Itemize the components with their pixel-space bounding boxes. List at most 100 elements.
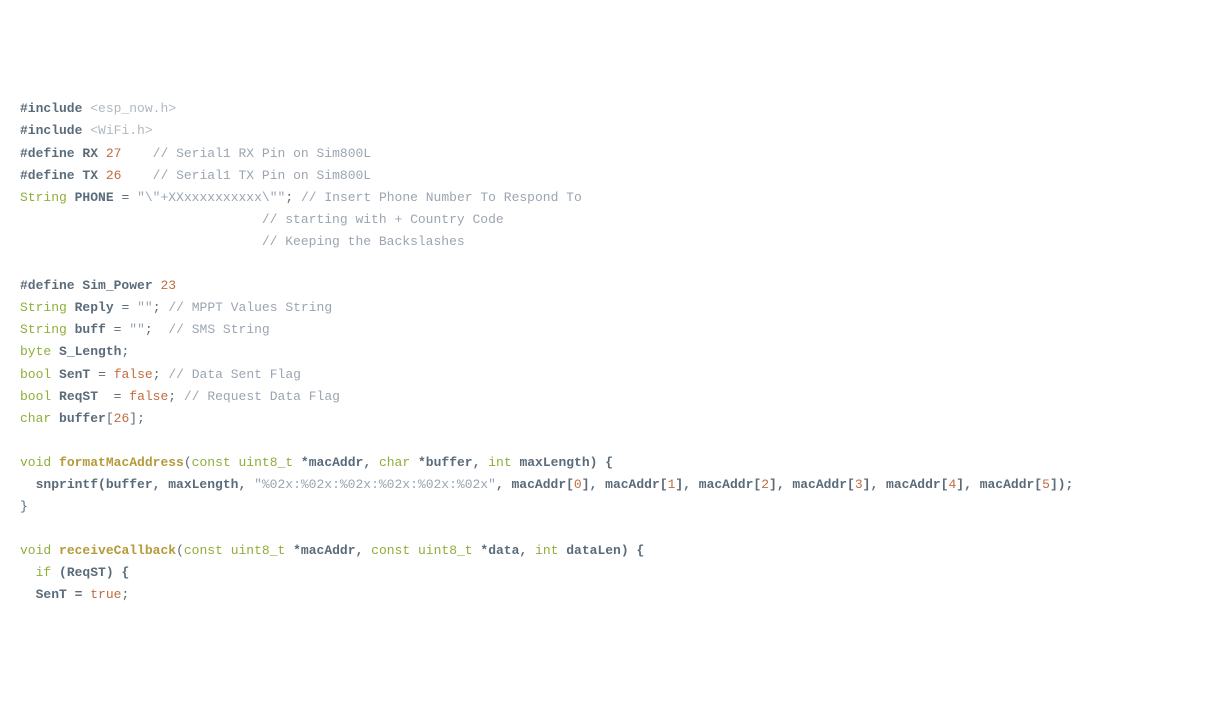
include-path: <esp_now.h> bbox=[90, 101, 176, 116]
op: = bbox=[98, 367, 106, 382]
number: 3 bbox=[855, 477, 863, 492]
code-line: #include <esp_now.h> bbox=[20, 101, 176, 116]
keyword: if bbox=[36, 565, 52, 580]
call: snprintf(buffer, maxLength, bbox=[36, 477, 247, 492]
op: = bbox=[114, 389, 122, 404]
type: void bbox=[20, 543, 51, 558]
code-line: // Keeping the Backslashes bbox=[20, 234, 465, 249]
code-line: if (ReqST) { bbox=[20, 565, 129, 580]
code-line: char buffer[26]; bbox=[20, 411, 145, 426]
type: char bbox=[379, 455, 410, 470]
string: "" bbox=[129, 322, 145, 337]
type: byte bbox=[20, 344, 51, 359]
punct: ( bbox=[176, 543, 184, 558]
punct: ; bbox=[121, 587, 129, 602]
number: 26 bbox=[106, 168, 122, 183]
type: String bbox=[20, 322, 67, 337]
code-line: void formatMacAddress(const uint8_t *mac… bbox=[20, 455, 613, 470]
keyword: const bbox=[371, 543, 410, 558]
comment: // Insert Phone Number To Respond To bbox=[301, 190, 582, 205]
identifier: ReqST bbox=[59, 389, 98, 404]
code-line: snprintf(buffer, maxLength, "%02x:%02x:%… bbox=[20, 477, 1073, 492]
type: int bbox=[535, 543, 558, 558]
punct: ; bbox=[153, 367, 161, 382]
macro-name: TX bbox=[82, 168, 98, 183]
code-line: bool ReqST = false; // Request Data Flag bbox=[20, 389, 340, 404]
string: "%02x:%02x:%02x:%02x:%02x:%02x" bbox=[254, 477, 496, 492]
boolean: false bbox=[114, 367, 153, 382]
punct: ( bbox=[184, 455, 192, 470]
param: *buffer, bbox=[418, 455, 480, 470]
text: SenT = bbox=[36, 587, 83, 602]
text: ], macAddr[ bbox=[675, 477, 761, 492]
code-line: String buff = ""; // SMS String bbox=[20, 322, 270, 337]
macro-name: Sim_Power bbox=[82, 278, 152, 293]
comment: // Data Sent Flag bbox=[168, 367, 301, 382]
text: ], macAddr[ bbox=[956, 477, 1042, 492]
comment: // Serial1 TX Pin on Sim800L bbox=[153, 168, 371, 183]
param: maxLength) { bbox=[519, 455, 613, 470]
code-line: String PHONE = "\"+XXxxxxxxxxxx\""; // I… bbox=[20, 190, 582, 205]
param: *macAddr, bbox=[293, 543, 363, 558]
type: int bbox=[488, 455, 511, 470]
type: String bbox=[20, 190, 67, 205]
identifier: S_Length bbox=[59, 344, 121, 359]
comment: // starting with + Country Code bbox=[262, 212, 504, 227]
include-path: <WiFi.h> bbox=[90, 123, 152, 138]
op: = bbox=[114, 322, 122, 337]
punct: ; bbox=[153, 300, 161, 315]
param: *data, bbox=[480, 543, 527, 558]
type: uint8_t bbox=[231, 543, 286, 558]
string: "" bbox=[137, 300, 153, 315]
number: 2 bbox=[761, 477, 769, 492]
blank-line bbox=[20, 521, 28, 536]
function-name: formatMacAddress bbox=[59, 455, 184, 470]
preproc: #define bbox=[20, 278, 75, 293]
comment: // Request Data Flag bbox=[184, 389, 340, 404]
preproc: #include bbox=[20, 101, 82, 116]
code-line: void receiveCallback(const uint8_t *macA… bbox=[20, 543, 644, 558]
identifier: buffer bbox=[59, 411, 106, 426]
keyword: const bbox=[184, 543, 223, 558]
type: uint8_t bbox=[418, 543, 473, 558]
string: "\"+XXxxxxxxxxxx\"" bbox=[137, 190, 285, 205]
number: 27 bbox=[106, 146, 122, 161]
code-line: bool SenT = false; // Data Sent Flag bbox=[20, 367, 301, 382]
param: dataLen) { bbox=[566, 543, 644, 558]
type: bool bbox=[20, 367, 51, 382]
punct: ]; bbox=[129, 411, 145, 426]
macro-name: RX bbox=[82, 146, 98, 161]
preproc: #define bbox=[20, 146, 75, 161]
comment: // SMS String bbox=[168, 322, 269, 337]
blank-line bbox=[20, 256, 28, 271]
text: ], macAddr[ bbox=[863, 477, 949, 492]
text: (ReqST) { bbox=[59, 565, 129, 580]
code-line: #define RX 27 // Serial1 RX Pin on Sim80… bbox=[20, 146, 371, 161]
identifier: buff bbox=[75, 322, 106, 337]
code-line: String Reply = ""; // MPPT Values String bbox=[20, 300, 332, 315]
type: String bbox=[20, 300, 67, 315]
preproc: #include bbox=[20, 123, 82, 138]
number: 5 bbox=[1042, 477, 1050, 492]
punct: ; bbox=[121, 344, 129, 359]
code-block: #include <esp_now.h> #include <WiFi.h> #… bbox=[20, 98, 1186, 606]
code-line: // starting with + Country Code bbox=[20, 212, 504, 227]
op: = bbox=[121, 300, 129, 315]
identifier: SenT bbox=[59, 367, 90, 382]
comment: // Serial1 RX Pin on Sim800L bbox=[153, 146, 371, 161]
keyword: const bbox=[192, 455, 231, 470]
punct: ; bbox=[145, 322, 153, 337]
type: bool bbox=[20, 389, 51, 404]
code-line: #define TX 26 // Serial1 TX Pin on Sim80… bbox=[20, 168, 371, 183]
code-line: byte S_Length; bbox=[20, 344, 129, 359]
punct: ; bbox=[285, 190, 293, 205]
type: uint8_t bbox=[239, 455, 294, 470]
code-line: SenT = true; bbox=[20, 587, 129, 602]
param: *macAddr, bbox=[301, 455, 371, 470]
identifier: Reply bbox=[75, 300, 114, 315]
number: 26 bbox=[114, 411, 130, 426]
type: char bbox=[20, 411, 51, 426]
type: void bbox=[20, 455, 51, 470]
brace: } bbox=[20, 499, 28, 514]
code-line: } bbox=[20, 499, 28, 514]
